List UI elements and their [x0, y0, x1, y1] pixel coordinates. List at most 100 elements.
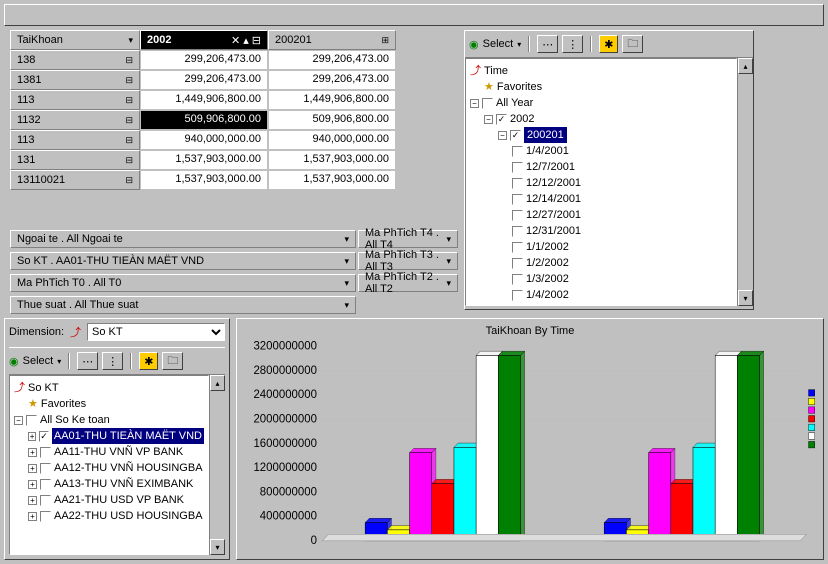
tree-item[interactable]: + AA22-THU USD HOUSINGBA	[14, 508, 204, 524]
cell[interactable]: 299,206,473.00	[140, 50, 268, 70]
tree-item[interactable]: − All Year	[470, 95, 732, 111]
cell[interactable]: 1,537,903,000.00	[268, 150, 396, 170]
collapse-icon[interactable]: ⊟	[252, 34, 261, 47]
svg-text:1200000000: 1200000000	[253, 461, 317, 474]
cell[interactable]: 509,906,800.00	[268, 110, 396, 130]
filter-drop[interactable]: Thue suat . All Thue suat▾	[10, 296, 356, 314]
cell[interactable]: 940,000,000.00	[268, 130, 396, 150]
cell[interactable]: 940,000,000.00	[140, 130, 268, 150]
table-row: 113⊟940,000,000.00940,000,000.00	[10, 130, 398, 150]
dimension-combo[interactable]: So KT	[87, 323, 225, 341]
row-header[interactable]: 138⊟	[10, 50, 140, 70]
tree-item[interactable]: 12/14/2001	[470, 191, 732, 207]
svg-text:2800000000: 2800000000	[253, 364, 317, 377]
folder-new-icon[interactable]: ✱	[139, 352, 158, 370]
row-header[interactable]: 113⊟	[10, 130, 140, 150]
expand-icon[interactable]: ⊞	[381, 35, 389, 46]
folder-icon[interactable]: 🗀	[622, 35, 643, 53]
cell[interactable]: 1,537,903,000.00	[268, 170, 396, 190]
row-header[interactable]: 131⊟	[10, 150, 140, 170]
tree-item[interactable]: 12/7/2001	[470, 159, 732, 175]
tree-item[interactable]: 12/12/2001	[470, 175, 732, 191]
tree-item[interactable]: − All So Ke toan	[14, 412, 204, 428]
row-header[interactable]: 1132⊟	[10, 110, 140, 130]
tree-item[interactable]: − ✓ 2002	[470, 111, 732, 127]
scrollbar[interactable]: ▴ ▾	[209, 375, 225, 555]
svg-text:0: 0	[311, 534, 318, 547]
tree-item[interactable]: + AA12-THU VNÑ HOUSINGBA	[14, 460, 204, 476]
folder-icon[interactable]: 🗀	[162, 352, 183, 370]
filter-drop[interactable]: Ngoai te . All Ngoai te▾	[10, 230, 356, 248]
scroll-up-icon[interactable]: ▴	[738, 58, 753, 74]
tree-item[interactable]: 12/31/2001	[470, 223, 732, 239]
tree-item[interactable]: ⤴ Time	[470, 63, 732, 79]
cell[interactable]: 509,906,800.00	[140, 110, 268, 130]
tree-item[interactable]: 1/4/2001	[470, 143, 732, 159]
select-label[interactable]: Select	[23, 355, 54, 367]
row-header[interactable]: 13110021⊟	[10, 170, 140, 190]
dimension-label: Dimension:	[9, 326, 64, 338]
tree-item[interactable]: ⤴ So KT	[14, 380, 204, 396]
table-row: 113⊟1,449,906,800.001,449,906,800.00	[10, 90, 398, 110]
cell[interactable]: 1,537,903,000.00	[140, 150, 268, 170]
time-tree[interactable]: ⤴ Time★ Favorites− All Year− ✓ 2002− ✓ 2…	[465, 58, 737, 306]
tree-item[interactable]: 1/4/2002	[470, 287, 732, 303]
svg-text:2400000000: 2400000000	[253, 388, 317, 401]
cell[interactable]: 1,449,906,800.00	[140, 90, 268, 110]
tree-item[interactable]: ★ Favorites	[470, 79, 732, 95]
tree-item[interactable]: + AA21-THU USD VP BANK	[14, 492, 204, 508]
tool-btn-2[interactable]: ⋮	[562, 35, 583, 53]
dimension-tree[interactable]: ⤴ So KT★ Favorites− All So Ke toan+ ✓ AA…	[9, 375, 209, 555]
select-icon: ◉	[9, 355, 19, 368]
tree-item[interactable]: 1/3/2002	[470, 271, 732, 287]
cell[interactable]: 299,206,473.00	[268, 50, 396, 70]
svg-text:1600000000: 1600000000	[253, 437, 317, 450]
select-label[interactable]: Select	[483, 38, 514, 50]
scroll-down-icon[interactable]: ▾	[738, 290, 753, 306]
row-header[interactable]: 1381⊟	[10, 70, 140, 90]
table-row: 13110021⊟1,537,903,000.001,537,903,000.0…	[10, 170, 398, 190]
tree-item[interactable]: 1/1/2002	[470, 239, 732, 255]
folder-new-icon[interactable]: ✱	[599, 35, 618, 53]
chart-title: TaiKhoan By Time	[239, 321, 821, 341]
filter-drop[interactable]: Ma PhTich T0 . All T0▾	[10, 274, 356, 292]
scrollbar[interactable]: ▴ ▾	[737, 58, 753, 306]
tree-item[interactable]: + AA13-THU VNÑ EXIMBANK	[14, 476, 204, 492]
tool-btn-2[interactable]: ⋮	[102, 352, 123, 370]
tree-item[interactable]: − ✓ 200201	[470, 127, 732, 143]
table-row: 138⊟299,206,473.00299,206,473.00	[10, 50, 398, 70]
tree-item[interactable]: + AA11-THU VNÑ VP BANK	[14, 444, 204, 460]
scroll-down-icon[interactable]: ▾	[210, 539, 225, 555]
table-row: 1381⊟299,206,473.00299,206,473.00	[10, 70, 398, 90]
tool-btn-1[interactable]: ⋯	[537, 35, 558, 53]
time-tree-panel: ◉ Select ▾ ⋯ ⋮ ✱ 🗀 ⤴ Time★ Favorites− Al…	[464, 30, 754, 310]
tree-item[interactable]: + ✓ AA01-THU TIEÀN MAËT VND	[14, 428, 204, 444]
cell[interactable]: 1,537,903,000.00	[140, 170, 268, 190]
filter-drop[interactable]: So KT . AA01-THU TIEÀN MAËT VND▾	[10, 252, 356, 270]
svg-text:3200000000: 3200000000	[253, 341, 317, 353]
cell[interactable]: 1,449,906,800.00	[268, 90, 396, 110]
axes-icon: ⤴	[70, 324, 81, 340]
up-icon[interactable]: ▴	[243, 34, 249, 47]
tool-btn-1[interactable]: ⋯	[77, 352, 98, 370]
filter-drop[interactable]: Ma PhTich T3 . All T3▾	[358, 252, 458, 270]
tree-item[interactable]: 12/27/2001	[470, 207, 732, 223]
svg-text:400000000: 400000000	[260, 510, 318, 523]
col-2002[interactable]: 2002 ✕ ▴ ⊟	[140, 30, 268, 50]
close-icon[interactable]: ✕	[231, 34, 240, 47]
svg-text:2000000000: 2000000000	[253, 412, 317, 425]
col-200201[interactable]: 200201⊞	[268, 30, 396, 50]
scroll-up-icon[interactable]: ▴	[210, 375, 225, 391]
cell[interactable]: 299,206,473.00	[140, 70, 268, 90]
grid-corner[interactable]: TaiKhoan▾	[10, 30, 140, 50]
filter-drop[interactable]: Ma PhTich T4 . All T4▾	[358, 230, 458, 248]
svg-text:800000000: 800000000	[260, 485, 318, 498]
cell[interactable]: 299,206,473.00	[268, 70, 396, 90]
tree-item[interactable]: 1/2/2002	[470, 255, 732, 271]
table-row: 131⊟1,537,903,000.001,537,903,000.00	[10, 150, 398, 170]
row-header[interactable]: 113⊟	[10, 90, 140, 110]
pivot-grid: TaiKhoan▾ 2002 ✕ ▴ ⊟ 200201⊞ 138⊟299,206…	[10, 30, 398, 190]
select-icon: ◉	[469, 38, 479, 51]
tree-item[interactable]: ★ Favorites	[14, 396, 204, 412]
filter-drop[interactable]: Ma PhTich T2 . All T2▾	[358, 274, 458, 292]
